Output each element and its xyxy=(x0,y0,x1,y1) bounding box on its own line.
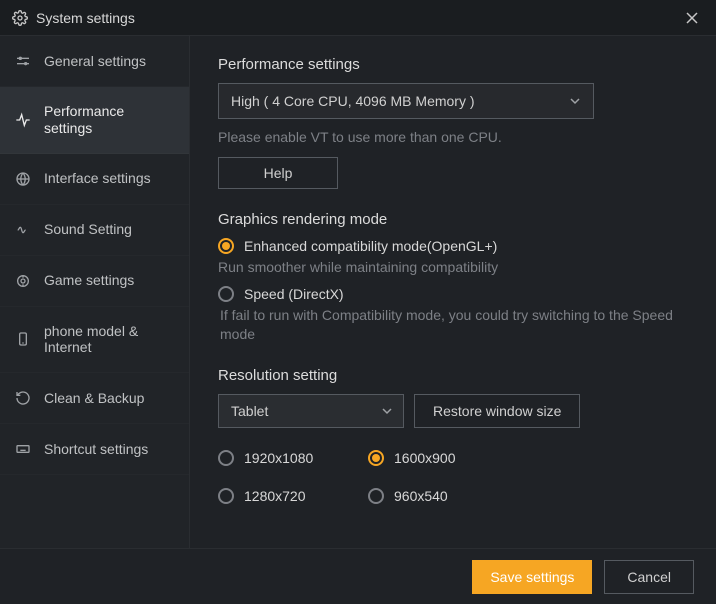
sidebar-item-shortcut[interactable]: Shortcut settings xyxy=(0,424,189,475)
resolution-option-1600x900[interactable]: 1600x900 xyxy=(368,450,518,466)
cancel-button[interactable]: Cancel xyxy=(604,560,694,594)
sound-icon xyxy=(14,221,32,239)
graphics-section: Graphics rendering mode Enhanced compati… xyxy=(218,211,688,345)
resolution-option-label: 960x540 xyxy=(394,488,448,504)
window-title-group: System settings xyxy=(12,10,135,26)
sidebar-item-label: Sound Setting xyxy=(44,221,175,238)
chevron-down-icon xyxy=(569,95,581,107)
radio-icon xyxy=(368,450,384,466)
save-button-label: Save settings xyxy=(490,569,574,585)
radio-icon xyxy=(218,450,234,466)
close-icon xyxy=(686,12,698,24)
activity-icon xyxy=(14,111,32,129)
resolution-option-1920x1080[interactable]: 1920x1080 xyxy=(218,450,368,466)
sidebar-item-label: Game settings xyxy=(44,272,175,289)
resolution-option-label: 1920x1080 xyxy=(244,450,313,466)
sidebar-item-phone[interactable]: phone model & Internet xyxy=(0,307,189,374)
globe-icon xyxy=(14,170,32,188)
gear-icon xyxy=(12,10,28,26)
sidebar-item-general[interactable]: General settings xyxy=(0,36,189,87)
sidebar: General settings Performance settings In… xyxy=(0,36,190,548)
section-title-performance: Performance settings xyxy=(218,56,688,73)
close-button[interactable] xyxy=(680,6,704,30)
radio-icon xyxy=(218,286,234,302)
restore-window-size-label: Restore window size xyxy=(433,403,561,419)
performance-level-value: High ( 4 Core CPU, 4096 MB Memory ) xyxy=(231,93,475,109)
radio-icon xyxy=(368,488,384,504)
content-panel: Performance settings High ( 4 Core CPU, … xyxy=(190,36,716,548)
history-icon xyxy=(14,389,32,407)
phone-icon xyxy=(14,330,32,348)
graphics-option-opengl-hint: Run smoother while maintaining compatibi… xyxy=(218,258,688,278)
performance-level-select[interactable]: High ( 4 Core CPU, 4096 MB Memory ) xyxy=(218,83,594,119)
sidebar-item-label: Shortcut settings xyxy=(44,441,175,458)
graphics-option-label: Speed (DirectX) xyxy=(244,286,344,302)
graphics-option-label: Enhanced compatibility mode(OpenGL+) xyxy=(244,238,497,254)
section-title-graphics: Graphics rendering mode xyxy=(218,211,688,228)
resolution-option-label: 1280x720 xyxy=(244,488,306,504)
resolution-mode-select[interactable]: Tablet xyxy=(218,394,404,428)
radio-icon xyxy=(218,488,234,504)
window-title: System settings xyxy=(36,10,135,26)
sidebar-item-label: General settings xyxy=(44,53,175,70)
sidebar-item-label: Clean & Backup xyxy=(44,390,175,407)
sidebar-item-game[interactable]: Game settings xyxy=(0,256,189,307)
resolution-option-1280x720[interactable]: 1280x720 xyxy=(218,488,368,504)
sidebar-item-label: Performance settings xyxy=(44,103,175,137)
resolution-mode-value: Tablet xyxy=(231,403,268,419)
vt-hint-text: Please enable VT to use more than one CP… xyxy=(218,129,688,145)
chevron-down-icon xyxy=(381,405,393,417)
graphics-option-directx-hint: If fail to run with Compatibility mode, … xyxy=(218,306,688,345)
sidebar-item-interface[interactable]: Interface settings xyxy=(0,154,189,205)
save-button[interactable]: Save settings xyxy=(472,560,592,594)
sidebar-item-performance[interactable]: Performance settings xyxy=(0,87,189,154)
graphics-option-opengl[interactable]: Enhanced compatibility mode(OpenGL+) xyxy=(218,238,688,254)
cancel-button-label: Cancel xyxy=(627,569,671,585)
resolution-option-960x540[interactable]: 960x540 xyxy=(368,488,518,504)
graphics-option-directx[interactable]: Speed (DirectX) xyxy=(218,286,688,302)
keyboard-icon xyxy=(14,440,32,458)
sidebar-item-label: phone model & Internet xyxy=(44,323,175,357)
help-button-label: Help xyxy=(264,165,293,181)
radio-icon xyxy=(218,238,234,254)
performance-section: Performance settings High ( 4 Core CPU, … xyxy=(218,56,688,189)
restore-window-size-button[interactable]: Restore window size xyxy=(414,394,580,428)
titlebar: System settings xyxy=(0,0,716,36)
sliders-icon xyxy=(14,52,32,70)
resolution-option-label: 1600x900 xyxy=(394,450,456,466)
resolution-section: Resolution setting Tablet Restore window… xyxy=(218,367,688,504)
sidebar-item-label: Interface settings xyxy=(44,170,175,187)
section-title-resolution: Resolution setting xyxy=(218,367,688,384)
gamepad-icon xyxy=(14,272,32,290)
footer: Save settings Cancel xyxy=(0,548,716,604)
help-button[interactable]: Help xyxy=(218,157,338,189)
sidebar-item-clean[interactable]: Clean & Backup xyxy=(0,373,189,424)
sidebar-item-sound[interactable]: Sound Setting xyxy=(0,205,189,256)
